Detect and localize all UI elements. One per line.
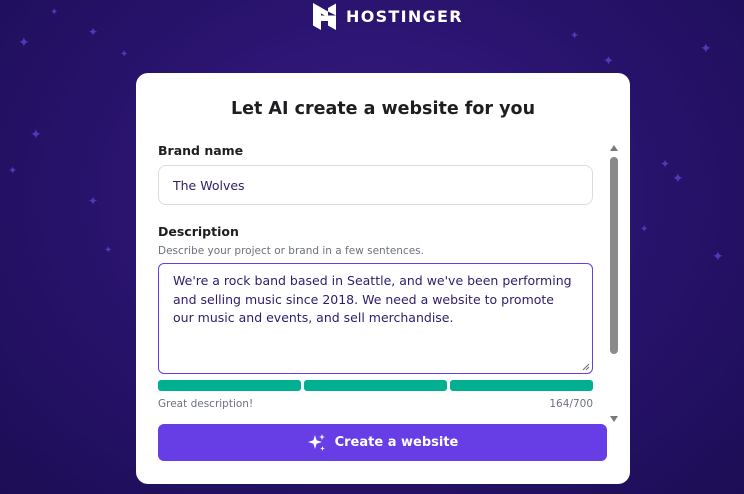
quality-segment: [304, 380, 447, 391]
sparkle-icon: ✦: [104, 245, 113, 256]
brand-name-label: Brand name: [158, 143, 244, 158]
description-helper: Describe your project or brand in a few …: [158, 245, 424, 257]
sparkle-icon: ✦: [50, 7, 59, 18]
sparkle-icon: ✦: [660, 157, 671, 171]
description-quality-text: Great description!: [158, 398, 254, 410]
brand-name-input[interactable]: The Wolves: [158, 165, 593, 205]
sparkle-icon: ✦: [603, 54, 614, 69]
sparkle-icon: ✦: [88, 25, 99, 39]
form-area: Brand name The Wolves Description Descri…: [158, 143, 593, 410]
description-meta: Great description! 164/700: [158, 398, 593, 410]
sparkle-icon: ✦: [88, 194, 99, 208]
brand-name: HOSTINGER: [346, 6, 463, 26]
brand-name-value: The Wolves: [173, 177, 245, 193]
sparkle-icon: ✦: [570, 29, 580, 42]
sparkle-icon: ✦: [672, 171, 684, 187]
card-scrollbar[interactable]: [608, 143, 620, 424]
ai-builder-card: Let AI create a website for you Brand na…: [136, 73, 630, 484]
sparkle-icon: ✦: [700, 41, 712, 57]
description-quality-meter: [158, 380, 593, 391]
scroll-thumb[interactable]: [610, 157, 618, 354]
character-count: 164/700: [549, 398, 593, 410]
resize-grip-icon[interactable]: [582, 363, 590, 371]
quality-segment: [450, 380, 593, 391]
scroll-up-arrow-icon[interactable]: [610, 145, 618, 151]
create-website-label: Create a website: [334, 435, 459, 450]
sparkle-icon: ✦: [120, 49, 129, 60]
sparkle-icon: ✦: [640, 224, 649, 235]
hostinger-logo-icon: [313, 2, 336, 30]
sparkle-icon: ✦: [18, 35, 30, 51]
description-value: We're a rock band based in Seattle, and …: [173, 273, 572, 325]
sparkle-icon: ✦: [30, 127, 42, 143]
scroll-down-arrow-icon[interactable]: [610, 416, 618, 422]
create-website-button[interactable]: Create a website: [158, 424, 607, 461]
brand-header: HOSTINGER: [312, 2, 463, 30]
sparkles-icon: [307, 433, 325, 451]
description-textarea[interactable]: We're a rock band based in Seattle, and …: [158, 263, 593, 374]
sparkle-icon: ✦: [8, 164, 18, 177]
quality-segment: [158, 380, 301, 391]
sparkle-icon: ✦: [712, 249, 724, 265]
description-label: Description: [158, 224, 239, 239]
card-title: Let AI create a website for you: [230, 99, 536, 119]
